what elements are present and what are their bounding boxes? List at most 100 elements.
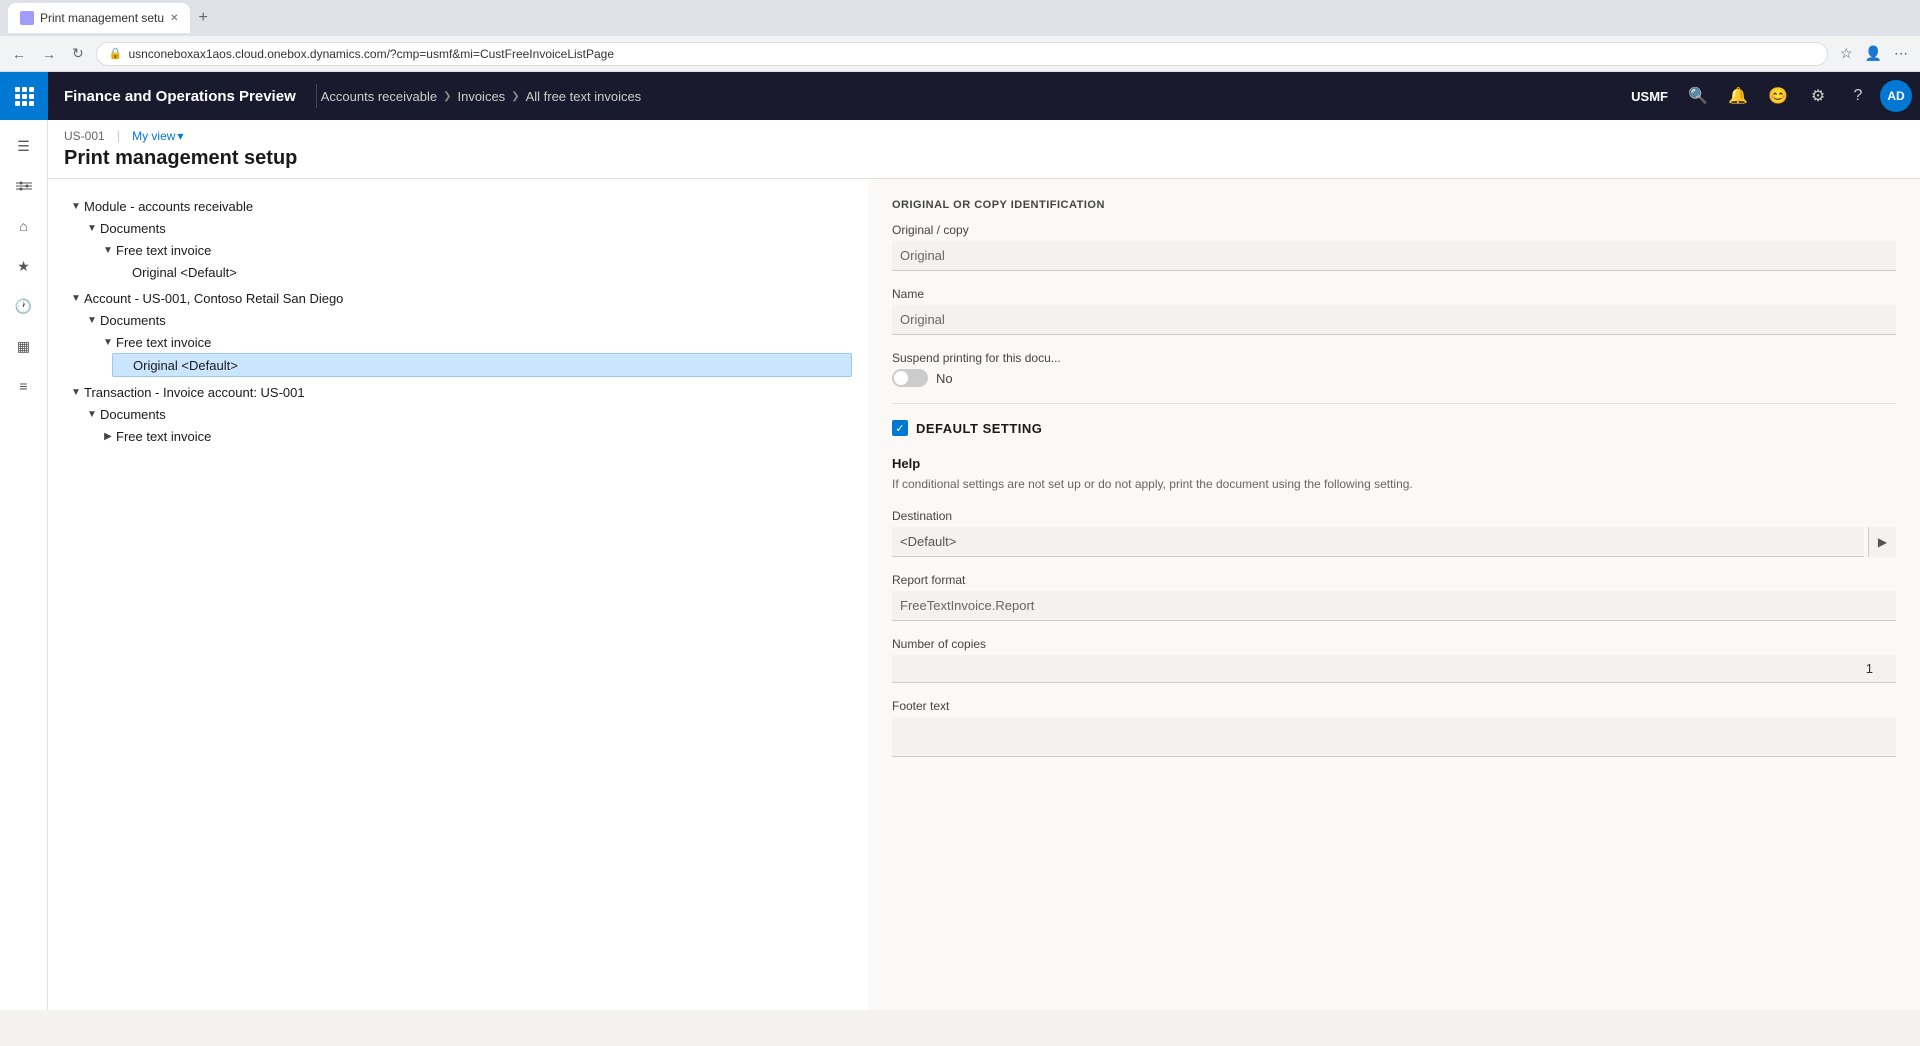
view-label: My view (132, 129, 175, 143)
address-bar-row: ← → ↻ 🔒 usnconeboxax1aos.cloud.onebox.dy… (0, 36, 1920, 72)
tree-row-documents2[interactable]: ▼ Documents (80, 309, 852, 331)
close-tab-button[interactable]: ✕ (170, 13, 178, 24)
destination-row: <Default> ▶ (892, 527, 1896, 557)
destination-arrow-button[interactable]: ▶ (1868, 527, 1896, 557)
view-selector[interactable]: My view ▾ (132, 129, 183, 143)
reload-button[interactable]: ↻ (68, 41, 88, 66)
tree-row-original-default1[interactable]: Original <Default> (112, 261, 852, 283)
tree-row-module[interactable]: ▼ Module - accounts receivable (64, 195, 852, 217)
tree-node-documents1: ▼ Documents ▼ Free text invoice (80, 217, 852, 283)
search-button[interactable]: 🔍 (1680, 78, 1716, 114)
sub-header-top: US-001 | My view ▾ (64, 128, 1904, 143)
waffle-dot (22, 101, 27, 106)
label-suspend: Suspend printing for this docu... (892, 351, 1896, 365)
url-bar[interactable]: 🔒 usnconeboxax1aos.cloud.onebox.dynamics… (96, 42, 1828, 66)
nav-right: USMF 🔍 🔔 😊 ⚙ ? AD (1631, 78, 1920, 114)
label-name: Name (892, 287, 1896, 301)
sidebar-recent-button[interactable]: 🕐 (6, 288, 42, 324)
left-sidebar: ☰ ⌂ ★ 🕐 ▦ ≡ (0, 120, 48, 1010)
breadcrumb-all-free-text-invoices[interactable]: All free text invoices (526, 89, 642, 104)
help-button[interactable]: ? (1840, 78, 1876, 114)
tree-row-account[interactable]: ▼ Account - US-001, Contoso Retail San D… (64, 287, 852, 309)
sidebar-home-button[interactable]: ⌂ (6, 208, 42, 244)
lock-icon: 🔒 (109, 47, 123, 60)
breadcrumb: Accounts receivable ❯ Invoices ❯ All fre… (321, 89, 641, 104)
value-footer-text (892, 717, 1896, 757)
toggle-label-no: No (936, 371, 953, 386)
tree-label-fti1: Free text invoice (116, 243, 211, 258)
toggle-row-suspend: No (892, 369, 1896, 387)
sidebar-workspaces-button[interactable]: ▦ (6, 328, 42, 364)
active-tab[interactable]: Print management setu ✕ (8, 3, 190, 33)
browser-tab-bar: Print management setu ✕ + (0, 0, 1920, 36)
toggle-orig2-icon (117, 357, 133, 373)
field-group-destination: Destination <Default> ▶ (892, 509, 1896, 557)
feedback-button[interactable]: 😊 (1760, 78, 1796, 114)
tree-children-fti1: Original <Default> (112, 261, 852, 283)
url-text: usnconeboxax1aos.cloud.onebox.dynamics.c… (128, 47, 614, 61)
company-code: US-001 (64, 129, 105, 143)
tree-row-transaction[interactable]: ▼ Transaction - Invoice account: US-001 (64, 381, 852, 403)
label-original-copy: Original / copy (892, 223, 1896, 237)
new-tab-button[interactable]: + (194, 5, 211, 31)
toggle-docs1-icon: ▼ (84, 220, 100, 236)
main-content: ▼ Module - accounts receivable ▼ Documen… (48, 179, 1920, 1010)
browser-actions: ☆ 👤 ⋯ (1836, 41, 1912, 66)
label-number-of-copies: Number of copies (892, 637, 1896, 651)
extensions-button[interactable]: ⋯ (1890, 41, 1912, 66)
tree-row-fti3[interactable]: ▶ Free text invoice (96, 425, 852, 447)
waffle-menu-button[interactable] (0, 72, 48, 120)
tree-node-account: ▼ Account - US-001, Contoso Retail San D… (64, 287, 852, 377)
sidebar-filter-button[interactable] (6, 168, 42, 204)
forward-button[interactable]: → (38, 42, 60, 66)
right-panel: ORIGINAL OR COPY IDENTIFICATION Original… (868, 179, 1920, 1010)
section-divider (892, 403, 1896, 404)
label-report-format: Report format (892, 573, 1896, 587)
back-button[interactable]: ← (8, 42, 30, 66)
tree-row-fti2[interactable]: ▼ Free text invoice (96, 331, 852, 353)
tree-row-original-default2[interactable]: Original <Default> (112, 353, 852, 377)
breadcrumb-accounts-receivable[interactable]: Accounts receivable (321, 89, 437, 104)
tree-children-documents3: ▶ Free text invoice (96, 425, 852, 447)
help-text: If conditional settings are not set up o… (892, 475, 1896, 493)
field-group-original-copy: Original / copy Original (892, 223, 1896, 271)
tree-label-fti3: Free text invoice (116, 429, 211, 444)
bookmark-button[interactable]: ☆ (1836, 41, 1857, 66)
tab-title: Print management setu (40, 11, 164, 25)
sidebar-menu-button[interactable]: ☰ (6, 128, 42, 164)
default-setting-checkbox[interactable] (892, 420, 908, 436)
toggle-docs3-icon: ▼ (84, 406, 100, 422)
tree-children-fti2: Original <Default> (112, 353, 852, 377)
sidebar-modules-button[interactable]: ≡ (6, 368, 42, 404)
toggle-knob (894, 371, 908, 385)
field-group-footer-text: Footer text (892, 699, 1896, 757)
tab-favicon (20, 11, 34, 25)
label-destination: Destination (892, 509, 1896, 523)
org-code: USMF (1631, 89, 1668, 104)
waffle-dot (29, 101, 34, 106)
profile-button[interactable]: 👤 (1861, 41, 1886, 66)
tree-row-fti1[interactable]: ▼ Free text invoice (96, 239, 852, 261)
sub-header: US-001 | My view ▾ Print management setu… (48, 120, 1920, 179)
field-group-name: Name Original (892, 287, 1896, 335)
toggle-fti2-icon: ▼ (100, 334, 116, 350)
tree-row-documents3[interactable]: ▼ Documents (80, 403, 852, 425)
tree-node-fti3: ▶ Free text invoice (96, 425, 852, 447)
label-footer-text: Footer text (892, 699, 1896, 713)
waffle-dot (29, 87, 34, 92)
page-title: Print management setup (64, 147, 1904, 178)
waffle-dot (29, 94, 34, 99)
avatar-button[interactable]: AD (1880, 80, 1912, 112)
toggle-transaction-icon: ▼ (68, 384, 84, 400)
waffle-dot (15, 87, 20, 92)
notifications-button[interactable]: 🔔 (1720, 78, 1756, 114)
tree-row-documents1[interactable]: ▼ Documents (80, 217, 852, 239)
breadcrumb-invoices[interactable]: Invoices (457, 89, 505, 104)
tree-label-fti2: Free text invoice (116, 335, 211, 350)
suspend-toggle[interactable] (892, 369, 928, 387)
sidebar-favorites-button[interactable]: ★ (6, 248, 42, 284)
value-report-format: FreeTextInvoice.Report (892, 591, 1896, 621)
number-of-copies-input[interactable] (892, 655, 1896, 683)
settings-button[interactable]: ⚙ (1800, 78, 1836, 114)
default-setting-header: DEFAULT SETTING (892, 420, 1896, 444)
